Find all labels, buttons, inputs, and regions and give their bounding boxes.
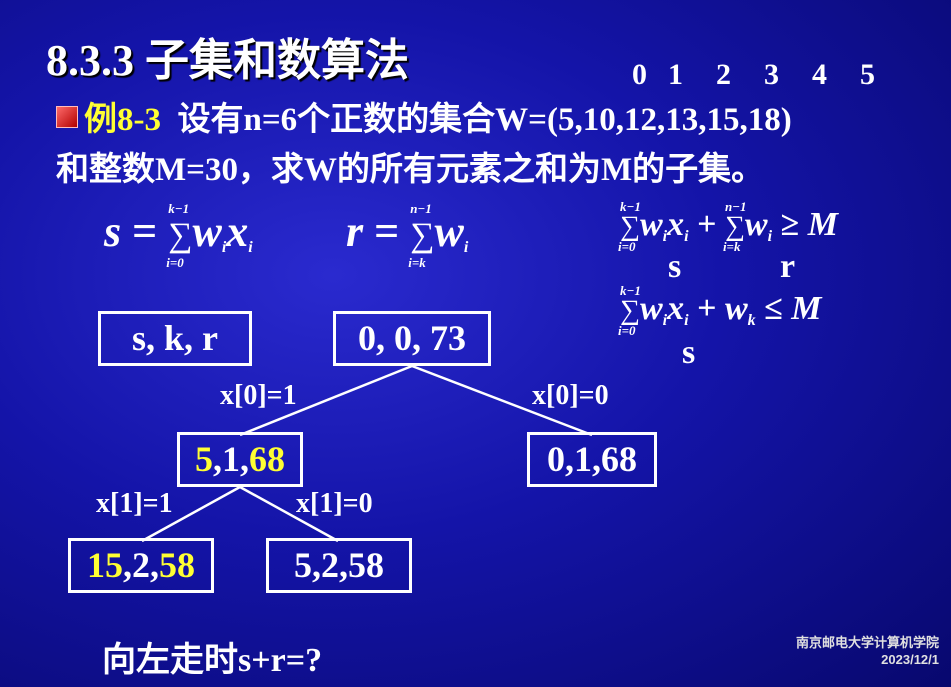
node-0-1-68: 0,1,68	[527, 432, 657, 487]
edge-label-x1-0: x[1]=0	[296, 488, 373, 519]
edge-label-x1-1: x[1]=1	[96, 488, 173, 519]
question-text: 向左走时s+r=?	[102, 642, 323, 679]
node-5-1-68: 5,1,68	[177, 432, 303, 487]
node-15-2-58: 15,2,58	[68, 538, 214, 593]
legend-box: s, k, r	[98, 311, 252, 366]
footer-date: 2023/12/1	[881, 652, 939, 667]
footer-org: 南京邮电大学计算机学院	[795, 635, 939, 650]
node-5-2-58: 5,2,58	[266, 538, 412, 593]
root-node: 0, 0, 73	[333, 311, 491, 366]
edge-label-x0-0: x[0]=0	[532, 380, 609, 411]
edge-label-x0-1: x[0]=1	[220, 380, 297, 411]
